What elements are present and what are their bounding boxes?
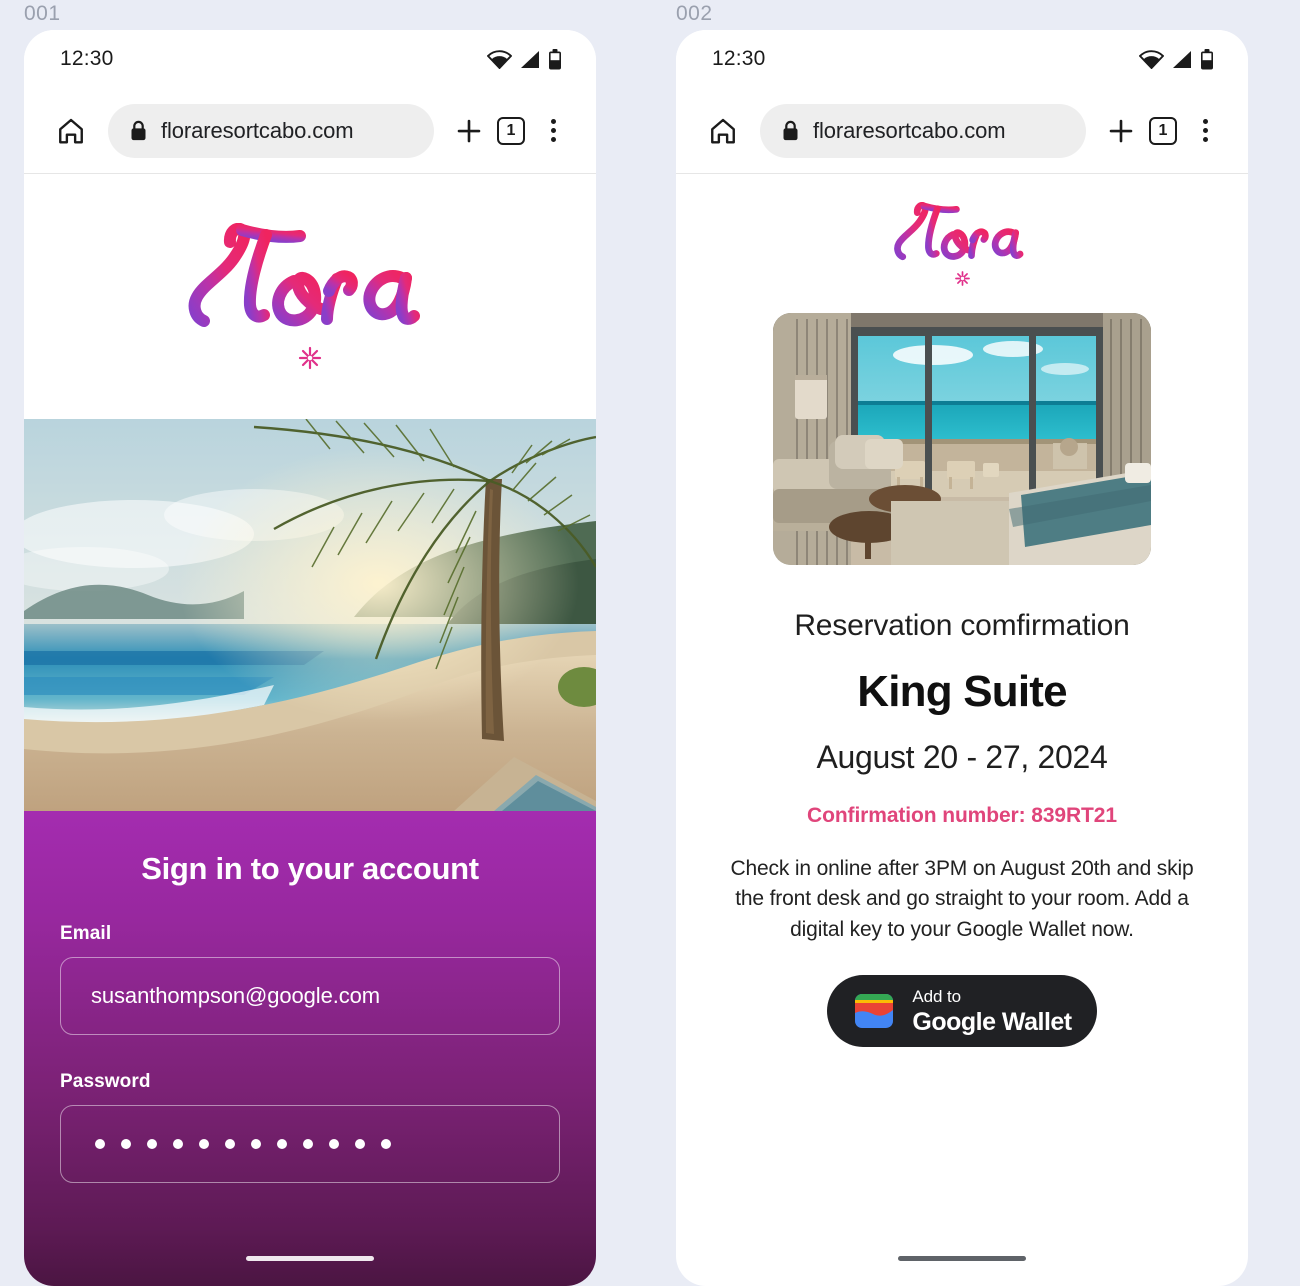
home-indicator[interactable] xyxy=(898,1255,1026,1261)
flora-wordmark-logo xyxy=(188,222,420,327)
overflow-menu-icon xyxy=(550,119,556,142)
email-value: susanthompson@google.com xyxy=(91,983,380,1008)
wifi-icon xyxy=(487,49,512,69)
wifi-icon xyxy=(1139,49,1164,69)
confirmation-number: Confirmation number: 839RT21 xyxy=(807,804,1117,827)
new-tab-button[interactable] xyxy=(1100,110,1142,152)
plus-icon xyxy=(457,119,481,142)
lock-icon xyxy=(783,120,798,141)
status-icon-group xyxy=(1139,48,1214,70)
address-bar[interactable]: floraresortcabo.com xyxy=(760,103,1086,158)
home-button[interactable] xyxy=(50,110,92,152)
room-photo xyxy=(773,313,1151,565)
status-clock: 12:30 xyxy=(60,47,114,70)
browser-menu-button[interactable] xyxy=(532,110,574,152)
page-spacer xyxy=(676,1139,1248,1230)
status-icon-group xyxy=(487,48,562,70)
plus-icon xyxy=(1109,119,1133,142)
wallet-button-line1: Add to xyxy=(912,986,961,1006)
status-clock: 12:30 xyxy=(712,47,766,70)
phone-mockup-001: 12:30 floraresortcabo.com 1 Sign in to y… xyxy=(24,30,596,1286)
signin-form: Sign in to your account Email susanthomp… xyxy=(24,811,596,1225)
hero-beach-image xyxy=(24,419,596,811)
tab-switcher-button[interactable]: 1 xyxy=(490,110,532,152)
address-bar-url: floraresortcabo.com xyxy=(813,117,1006,143)
signal-icon xyxy=(1173,50,1191,68)
reservation-subtitle: Reservation comfirmation xyxy=(794,609,1130,642)
email-label: Email xyxy=(60,923,112,944)
phone-mockup-002: 12:30 floraresortcabo.com 1 Reservation … xyxy=(676,30,1248,1286)
battery-icon xyxy=(549,48,561,69)
browser-toolbar: floraresortcabo.com 1 xyxy=(24,88,596,174)
beach-sunset-illustration xyxy=(24,419,596,811)
home-icon xyxy=(711,118,735,143)
reservation-dates: August 20 - 27, 2024 xyxy=(816,739,1108,775)
home-indicator-area xyxy=(24,1230,596,1286)
wallet-button-line2: Google Wallet xyxy=(912,1007,1072,1036)
hotel-suite-ocean-view-illustration xyxy=(773,313,1151,565)
wallet-button-text: Add to Google Wallet xyxy=(912,986,1072,1036)
add-to-google-wallet-button[interactable]: Add to Google Wallet xyxy=(827,975,1097,1048)
frame-label-001: 001 xyxy=(24,2,61,25)
flora-wordmark-logo xyxy=(894,202,1024,261)
signin-heading: Sign in to your account xyxy=(141,851,479,886)
signal-icon xyxy=(521,50,539,68)
frame-002: 002 12:30 floraresortcabo.com 1 Reservat… xyxy=(676,0,1248,1286)
asterisk-flower-icon xyxy=(954,271,970,286)
battery-icon xyxy=(1201,48,1213,69)
reservation-confirmation: Reservation comfirmation King Suite Augu… xyxy=(676,293,1248,1139)
asterisk-flower-icon xyxy=(298,346,322,369)
lock-icon xyxy=(131,120,146,141)
email-field[interactable]: susanthompson@google.com xyxy=(60,957,560,1035)
brand-header xyxy=(24,174,596,419)
status-bar: 12:30 xyxy=(676,30,1248,88)
home-indicator-area xyxy=(676,1230,1248,1286)
browser-toolbar: floraresortcabo.com 1 xyxy=(676,88,1248,174)
status-bar: 12:30 xyxy=(24,30,596,88)
web-page-002: Reservation comfirmation King Suite Augu… xyxy=(676,174,1248,1286)
tab-switcher-button[interactable]: 1 xyxy=(1142,110,1184,152)
new-tab-button[interactable] xyxy=(448,110,490,152)
home-indicator[interactable] xyxy=(246,1255,374,1261)
web-page-001: Sign in to your account Email susanthomp… xyxy=(24,174,596,1286)
password-field[interactable] xyxy=(60,1105,560,1183)
brand-header xyxy=(676,174,1248,293)
google-wallet-icon xyxy=(855,994,894,1029)
address-bar-url: floraresortcabo.com xyxy=(161,117,354,143)
screenshot-board: 001 12:30 floraresortcabo.com 1 Sign in … xyxy=(0,0,1300,1286)
frame-label-002: 002 xyxy=(676,2,713,25)
password-masked-value xyxy=(91,1139,391,1149)
home-icon xyxy=(59,118,83,143)
room-name: King Suite xyxy=(857,667,1067,716)
password-label: Password xyxy=(60,1071,151,1092)
browser-menu-button[interactable] xyxy=(1184,110,1226,152)
signin-panel: Sign in to your account Email susanthomp… xyxy=(24,811,596,1286)
checkin-instructions: Check in online after 3PM on August 20th… xyxy=(730,857,1194,941)
address-bar[interactable]: floraresortcabo.com xyxy=(108,103,434,158)
frame-001: 001 12:30 floraresortcabo.com 1 Sign in … xyxy=(24,0,596,1286)
tab-count-badge: 1 xyxy=(1149,116,1177,145)
overflow-menu-icon xyxy=(1202,119,1208,142)
home-button[interactable] xyxy=(702,110,744,152)
tab-count-badge: 1 xyxy=(497,116,525,145)
